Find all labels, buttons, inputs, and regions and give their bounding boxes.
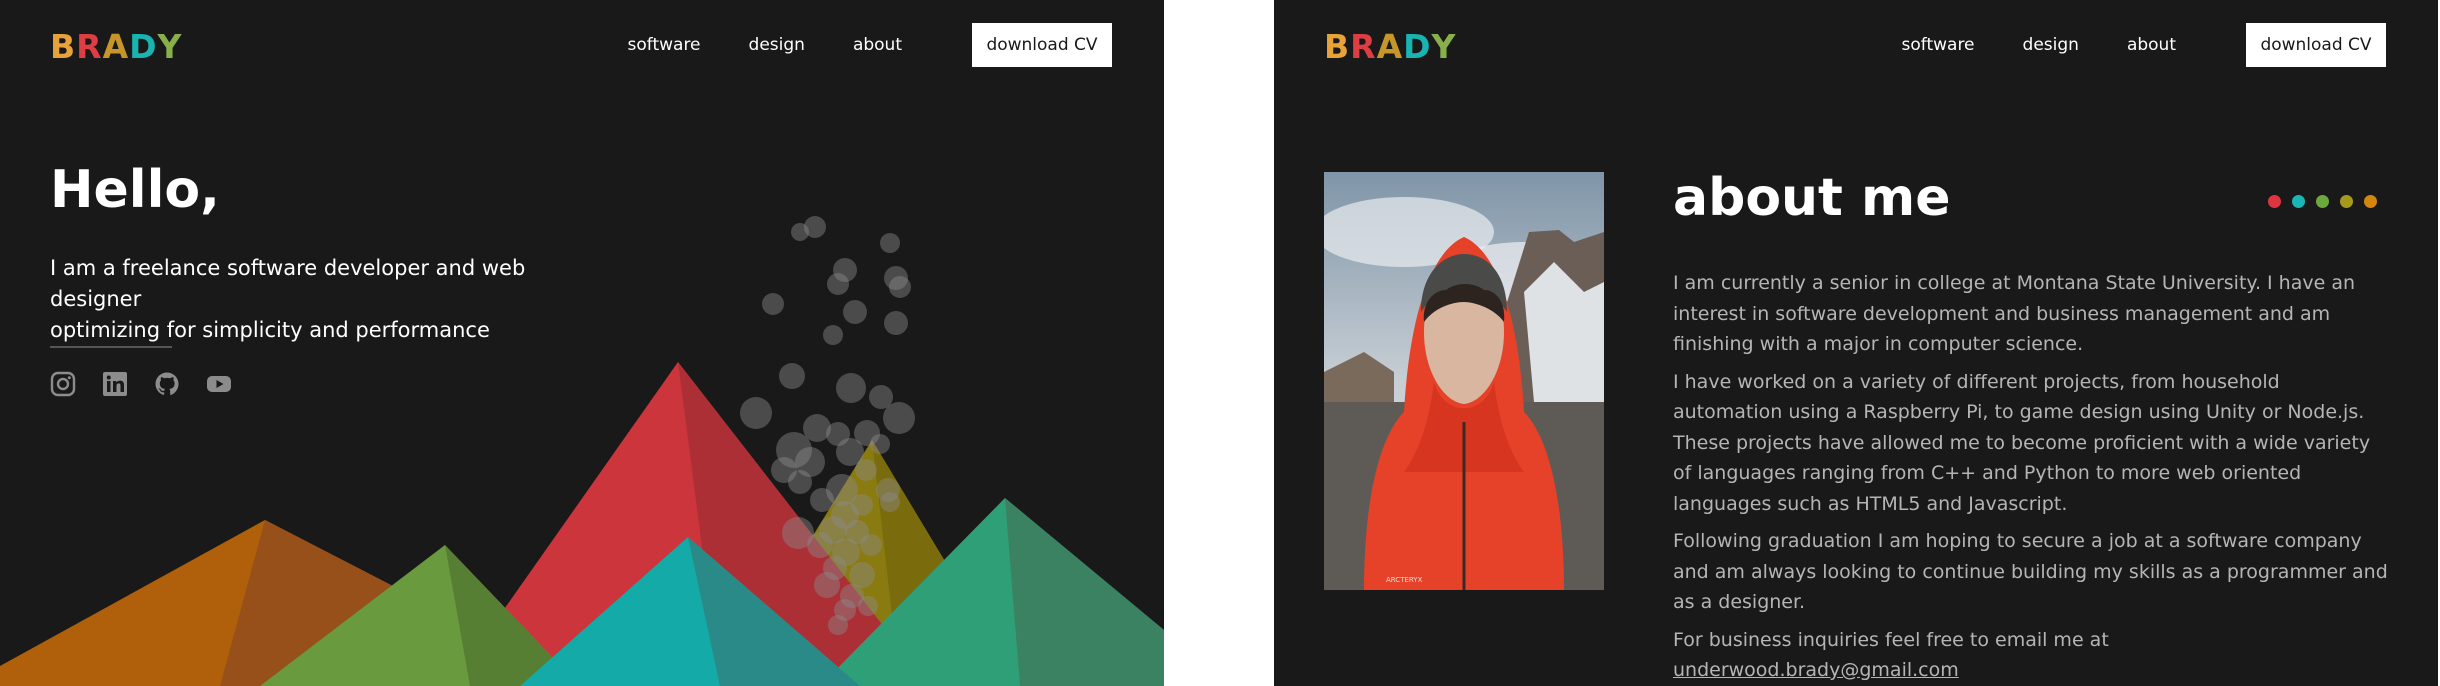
contact-line: For business inquiries feel free to emai… — [1673, 625, 2393, 686]
about-panel: BRADY software design about download CV … — [1274, 0, 2438, 686]
nav-design-link[interactable]: design — [2023, 35, 2079, 55]
color-dot — [2364, 195, 2377, 208]
profile-photo: ARCTERYX — [1324, 172, 1604, 590]
nav-software-link[interactable]: software — [1902, 35, 1975, 55]
color-dots — [2268, 195, 2377, 208]
top-nav: software design about download CV — [628, 22, 1112, 68]
about-text: I am currently a senior in college at Mo… — [1673, 268, 2393, 686]
about-paragraph: I am currently a senior in college at Mo… — [1673, 272, 2356, 355]
logo-letter: B — [50, 27, 77, 66]
logo-letter: A — [1376, 27, 1404, 66]
hero-line-2: optimizing for simplicity and performanc… — [50, 318, 490, 342]
about-paragraph: Following graduation I am hoping to secu… — [1673, 530, 2388, 613]
youtube-icon[interactable] — [206, 371, 232, 397]
logo-letter: B — [1324, 27, 1351, 66]
hero-divider — [50, 346, 172, 348]
instagram-icon[interactable] — [50, 371, 76, 397]
github-icon[interactable] — [154, 371, 180, 397]
logo-letter: R — [1350, 27, 1377, 66]
nav-design-link[interactable]: design — [749, 35, 805, 55]
email-link[interactable]: underwood.brady@gmail.com — [1673, 659, 1959, 681]
color-dot — [2340, 195, 2353, 208]
landing-panel: BRADY software design about download CV … — [0, 0, 1164, 686]
brand-logo[interactable]: BRADY — [50, 27, 182, 67]
about-paragraph: I have worked on a variety of different … — [1673, 370, 2371, 515]
logo-letter: D — [1403, 27, 1432, 66]
color-dot — [2316, 195, 2329, 208]
logo-letter: R — [76, 27, 103, 66]
brand-logo[interactable]: BRADY — [1324, 27, 1456, 67]
about-title: about me — [1673, 168, 1951, 228]
logo-letter: Y — [157, 27, 183, 66]
logo-letter: A — [102, 27, 130, 66]
contact-prefix: For business inquiries feel free to emai… — [1673, 628, 2109, 651]
color-dot — [2292, 195, 2305, 208]
logo-letter: Y — [1431, 27, 1457, 66]
hero-tagline: I am a freelance software developer and … — [50, 253, 610, 346]
top-nav: software design about download CV — [1902, 22, 2386, 68]
linkedin-icon[interactable] — [102, 371, 128, 397]
download-cv-button[interactable]: download CV — [2246, 23, 2386, 67]
download-cv-button[interactable]: download CV — [972, 23, 1112, 67]
nav-about-link[interactable]: about — [2127, 35, 2176, 55]
svg-text:ARCTERYX: ARCTERYX — [1386, 576, 1423, 584]
social-links — [50, 371, 232, 397]
logo-letter: D — [129, 27, 158, 66]
nav-about-link[interactable]: about — [853, 35, 902, 55]
hero-line-1: I am a freelance software developer and … — [50, 256, 526, 311]
nav-software-link[interactable]: software — [628, 35, 701, 55]
hero-title: Hello, — [50, 160, 220, 220]
color-dot — [2268, 195, 2281, 208]
